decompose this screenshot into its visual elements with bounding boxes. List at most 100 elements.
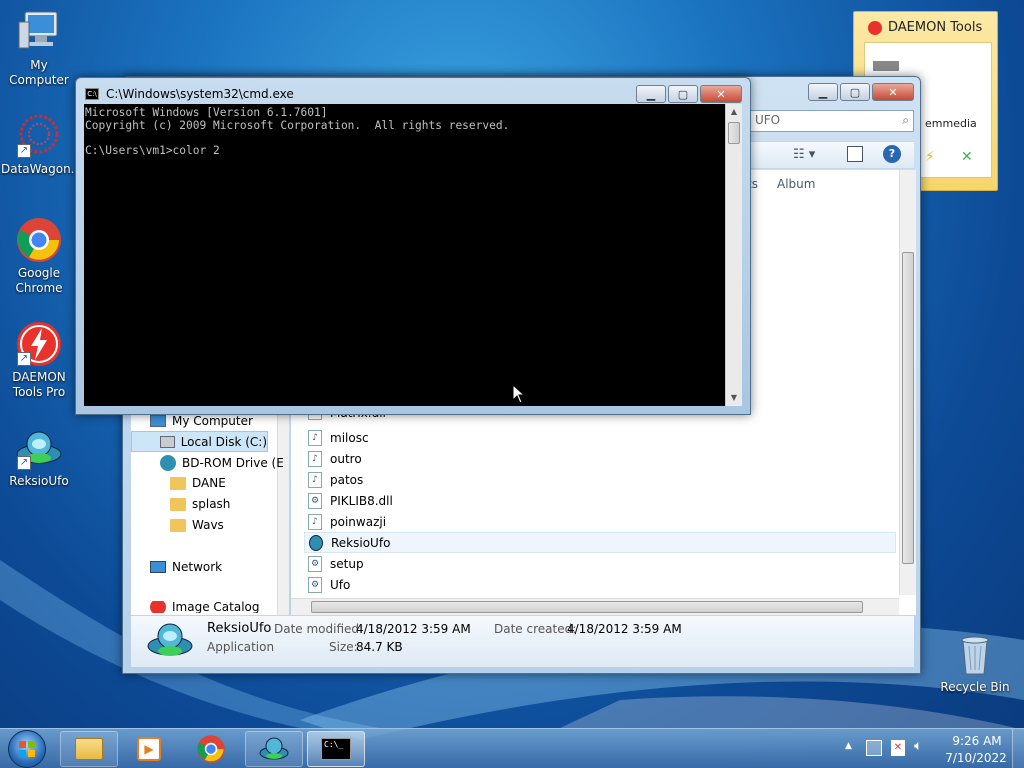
list-item[interactable]: ⚙ setup bbox=[304, 553, 896, 574]
desktop-icon-daemon-tools[interactable]: ↗ DAEMON Tools Pro bbox=[1, 320, 77, 400]
daemon-logo-icon bbox=[868, 20, 882, 35]
clock-date[interactable]: 7/10/2022 bbox=[944, 751, 1008, 765]
maximize-button[interactable]: ▢ bbox=[668, 85, 698, 103]
details-size-label: Size: bbox=[329, 640, 358, 654]
cmd-scrollbar[interactable]: ▲ ▼ bbox=[725, 104, 742, 406]
drive-icon bbox=[160, 435, 175, 448]
nav-scrollbar[interactable] bbox=[277, 407, 289, 615]
scroll-up-arrow-icon[interactable]: ▲ bbox=[726, 104, 742, 120]
desktop-icon-label: Google Chrome bbox=[15, 266, 63, 295]
list-item[interactable]: ♪ milosc bbox=[304, 427, 896, 448]
nav-item-local-disk[interactable]: Local Disk (C:) bbox=[131, 431, 268, 452]
desktop-icon-datawagon[interactable]: ↗ DataWagon... bbox=[1, 112, 82, 177]
taskbar-explorer-button[interactable] bbox=[60, 731, 118, 767]
network-tray-icon[interactable] bbox=[866, 740, 882, 756]
clock-time[interactable]: 9:26 AM bbox=[947, 734, 1007, 748]
list-item[interactable]: ⚙ PIKLIB8.dll bbox=[304, 490, 896, 511]
mount-icon[interactable]: ⚡ bbox=[925, 149, 935, 165]
chrome-icon bbox=[197, 735, 225, 763]
reksioufo-icon bbox=[309, 534, 323, 551]
search-input[interactable]: UFO bbox=[755, 113, 780, 127]
nav-item-bd-rom[interactable]: BD-ROM Drive (E bbox=[160, 455, 284, 471]
close-button[interactable]: ✕ bbox=[872, 83, 914, 101]
cmd-title-buttons: ▁ ▢ ✕ bbox=[636, 85, 742, 103]
details-modified-value: 4/18/2012 3:59 AM bbox=[356, 622, 471, 636]
desktop-icon-recycle-bin[interactable]: Recycle Bin bbox=[937, 630, 1013, 695]
list-item[interactable]: ♪ poinwazji bbox=[304, 511, 896, 532]
search-box[interactable]: UFO ⌕ bbox=[750, 110, 914, 132]
close-button[interactable]: ✕ bbox=[700, 85, 742, 103]
preview-pane-icon[interactable] bbox=[847, 146, 863, 162]
vertical-scrollbar[interactable] bbox=[899, 170, 916, 595]
nav-item-image-catalog[interactable]: Image Catalog bbox=[150, 601, 259, 613]
details-modified-label: Date modified: bbox=[274, 622, 364, 636]
show-desktop-button[interactable] bbox=[1012, 729, 1024, 768]
maximize-button[interactable]: ▢ bbox=[840, 83, 870, 101]
taskbar-chrome-button[interactable] bbox=[182, 731, 240, 767]
desktop-icon-google-chrome[interactable]: Google Chrome bbox=[1, 216, 77, 296]
list-item[interactable]: ♪ outro bbox=[304, 448, 896, 469]
shortcut-arrow-icon: ↗ bbox=[17, 144, 31, 158]
tray-show-hidden-icon[interactable]: ▲ bbox=[845, 741, 852, 751]
network-icon bbox=[150, 561, 166, 573]
column-header-album[interactable]: Album bbox=[777, 177, 815, 191]
list-item-selected[interactable]: ReksioUfo bbox=[304, 532, 896, 553]
file-name: milosc bbox=[330, 430, 369, 445]
desktop-icon-label: DAEMON Tools Pro bbox=[12, 370, 66, 399]
console-line: Copyright (c) 2009 Microsoft Corporation… bbox=[85, 118, 510, 132]
setup-file-icon: ⚙ bbox=[308, 576, 322, 593]
search-icon[interactable]: ⌕ bbox=[902, 113, 909, 128]
help-icon[interactable]: ? bbox=[883, 145, 901, 163]
desktop-icon-label: Recycle Bin bbox=[940, 680, 1010, 694]
virtual-drive-icon[interactable] bbox=[873, 61, 899, 71]
volume-icon[interactable]: 🔈︎ bbox=[914, 738, 922, 754]
nav-item-network[interactable]: Network bbox=[150, 560, 222, 574]
desktop-icon-label: ReksioUfo bbox=[9, 474, 69, 488]
desktop-icon-reksioufo[interactable]: ↗ ReksioUfo bbox=[1, 424, 77, 489]
explorer-title-buttons: ▁ ▢ ✕ bbox=[808, 83, 914, 101]
nav-item-splash[interactable]: splash bbox=[170, 497, 230, 511]
minimize-button[interactable]: ▁ bbox=[636, 85, 666, 103]
nav-item-my-computer[interactable]: My Computer bbox=[150, 414, 253, 428]
dll-file-icon: ⚙ bbox=[308, 492, 322, 509]
list-item[interactable]: ⚙ Ufo bbox=[304, 574, 896, 595]
nav-label: splash bbox=[192, 497, 231, 511]
mouse-cursor-icon bbox=[512, 384, 526, 404]
file-name: outro bbox=[330, 451, 362, 466]
cmd-console[interactable]: Microsoft Windows [Version 6.1.7601] Copy… bbox=[84, 104, 725, 406]
computer-icon bbox=[150, 415, 166, 427]
nav-item-dane[interactable]: DANE bbox=[170, 476, 226, 490]
list-item[interactable]: ♪ patos bbox=[304, 469, 896, 490]
desktop-icon-my-computer[interactable]: My Computer bbox=[1, 8, 77, 88]
file-name: ReksioUfo bbox=[331, 535, 391, 550]
scroll-thumb[interactable] bbox=[902, 252, 914, 564]
taskbar-reksioufo-button[interactable] bbox=[245, 731, 303, 767]
gadget-item-label: emmedia bbox=[925, 117, 977, 130]
console-line: Microsoft Windows [Version 6.1.7601] bbox=[85, 106, 328, 119]
nav-item-wavs[interactable]: Wavs bbox=[170, 518, 224, 532]
horizontal-scrollbar[interactable] bbox=[291, 598, 899, 615]
shortcut-arrow-icon: ↗ bbox=[17, 352, 31, 366]
details-icon bbox=[146, 618, 194, 664]
cmd-title: C:\Windows\system32\cmd.exe bbox=[106, 87, 294, 101]
minimize-button[interactable]: ▁ bbox=[808, 83, 838, 101]
audio-file-icon: ♪ bbox=[308, 513, 322, 530]
details-created-value: 4/18/2012 3:59 AM bbox=[567, 622, 682, 636]
hscroll-thumb[interactable] bbox=[311, 601, 863, 613]
file-name: setup bbox=[330, 556, 364, 571]
details-type: Application bbox=[207, 640, 275, 654]
taskbar-media-player-button[interactable]: ▶ bbox=[120, 731, 178, 767]
unmount-icon[interactable]: ✕ bbox=[961, 149, 973, 165]
details-size-value: 84.7 KB bbox=[356, 640, 403, 654]
nav-label: Network bbox=[172, 560, 223, 574]
view-options-icon[interactable]: ☷ ▾ bbox=[793, 147, 815, 162]
details-created-label: Date created: bbox=[494, 622, 577, 636]
daemon-tools-icon: ↗ bbox=[15, 320, 63, 368]
taskbar: ▶ C:\_ ▲ ✕ 🔈︎ 9:26 AM 7/10/2022 bbox=[0, 728, 1024, 768]
action-center-icon[interactable]: ✕ bbox=[891, 740, 905, 756]
taskbar-cmd-button[interactable]: C:\_ bbox=[307, 731, 365, 767]
folder-icon bbox=[75, 738, 103, 760]
start-button[interactable] bbox=[8, 730, 46, 768]
scroll-down-arrow-icon[interactable]: ▼ bbox=[726, 390, 742, 406]
scroll-thumb[interactable] bbox=[728, 122, 740, 144]
